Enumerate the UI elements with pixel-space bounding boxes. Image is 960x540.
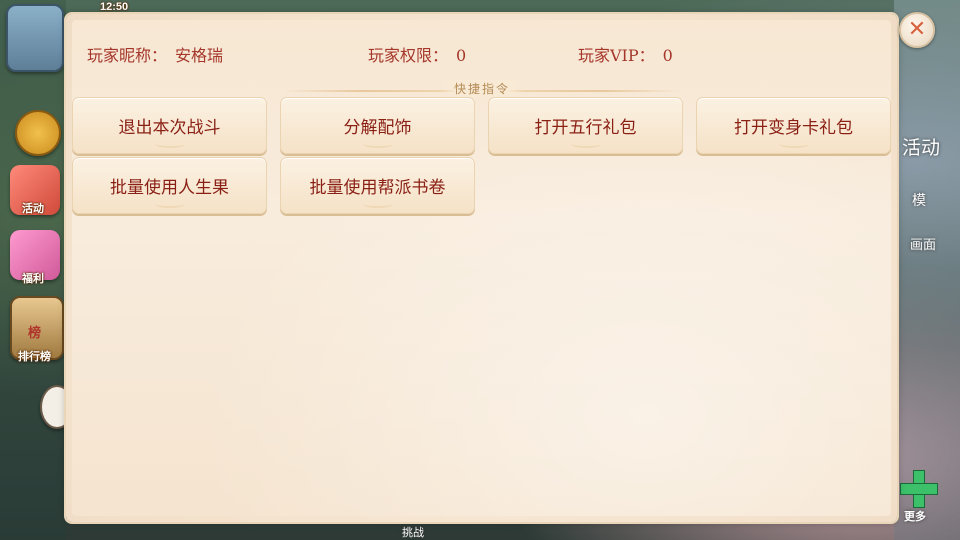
right-hud-strip bbox=[894, 0, 960, 540]
nickname-label: 玩家昵称： bbox=[87, 46, 168, 65]
right-activity-label[interactable]: 活动 bbox=[902, 133, 940, 160]
open-transform-card-pack-label: 打开变身卡礼包 bbox=[734, 118, 853, 138]
open-five-elements-pack-button[interactable]: 打开五行礼包 bbox=[488, 97, 683, 154]
more-label: 更多 bbox=[904, 511, 926, 523]
player-info-row: 玩家昵称： 安格瑞 玩家权限： 0 玩家VIP： 0 bbox=[72, 42, 891, 66]
right-screen-label[interactable]: 画面 bbox=[910, 234, 936, 253]
close-icon: ✕ bbox=[907, 17, 927, 42]
right-mode-label[interactable]: 模 bbox=[912, 190, 926, 210]
exit-battle-button[interactable]: 退出本次战斗 bbox=[72, 97, 267, 154]
activity-label: 活动 bbox=[22, 203, 44, 215]
batch-use-guild-scroll-label: 批量使用帮派书卷 bbox=[309, 178, 446, 198]
button-swirl-decoration bbox=[778, 140, 809, 148]
vip-label: 玩家VIP： bbox=[578, 46, 655, 65]
ranking-label: 排行榜 bbox=[18, 351, 51, 363]
permission-field: 玩家权限： 0 bbox=[368, 42, 466, 66]
section-title: 快捷指令 bbox=[439, 80, 525, 97]
nickname-field: 玩家昵称： 安格瑞 bbox=[87, 42, 223, 66]
batch-use-guild-scroll-button[interactable]: 批量使用帮派书卷 bbox=[280, 157, 475, 214]
permission-label: 玩家权限： bbox=[368, 46, 449, 65]
exit-battle-label: 退出本次战斗 bbox=[118, 118, 221, 138]
nickname-value: 安格瑞 bbox=[175, 46, 224, 65]
permission-value: 0 bbox=[456, 46, 467, 65]
batch-use-life-fruit-label: 批量使用人生果 bbox=[110, 178, 229, 198]
confirm-icon[interactable] bbox=[15, 110, 61, 156]
decompose-accessory-button[interactable]: 分解配饰 bbox=[280, 97, 475, 154]
button-swirl-decoration bbox=[362, 200, 393, 208]
welfare-label: 福利 bbox=[22, 273, 44, 285]
vip-field: 玩家VIP： 0 bbox=[578, 42, 673, 66]
dialog-panel: 玩家昵称： 安格瑞 玩家权限： 0 玩家VIP： 0 快捷指令 退出本次战斗 分解配饰… bbox=[72, 20, 891, 516]
open-transform-card-pack-button[interactable]: 打开变身卡礼包 bbox=[696, 97, 891, 154]
map-button[interactable] bbox=[6, 4, 64, 72]
close-button[interactable]: ✕ bbox=[899, 12, 935, 48]
button-swirl-decoration bbox=[154, 200, 185, 208]
quick-command-dialog: 玩家昵称： 安格瑞 玩家权限： 0 玩家VIP： 0 快捷指令 退出本次战斗 分解配饰… bbox=[66, 14, 897, 522]
button-swirl-decoration bbox=[362, 140, 393, 148]
open-five-elements-pack-label: 打开五行礼包 bbox=[534, 118, 637, 138]
vip-value: 0 bbox=[662, 46, 673, 65]
more-plus-button[interactable] bbox=[898, 468, 938, 508]
clock-text: 12:50 bbox=[100, 1, 129, 13]
decompose-accessory-label: 分解配饰 bbox=[343, 118, 412, 138]
ranking-badge: 榜 bbox=[28, 325, 42, 340]
button-swirl-decoration bbox=[154, 140, 185, 148]
batch-use-life-fruit-button[interactable]: 批量使用人生果 bbox=[72, 157, 267, 214]
bottom-challenge-label: 挑战 bbox=[402, 527, 424, 539]
button-swirl-decoration bbox=[570, 140, 601, 148]
